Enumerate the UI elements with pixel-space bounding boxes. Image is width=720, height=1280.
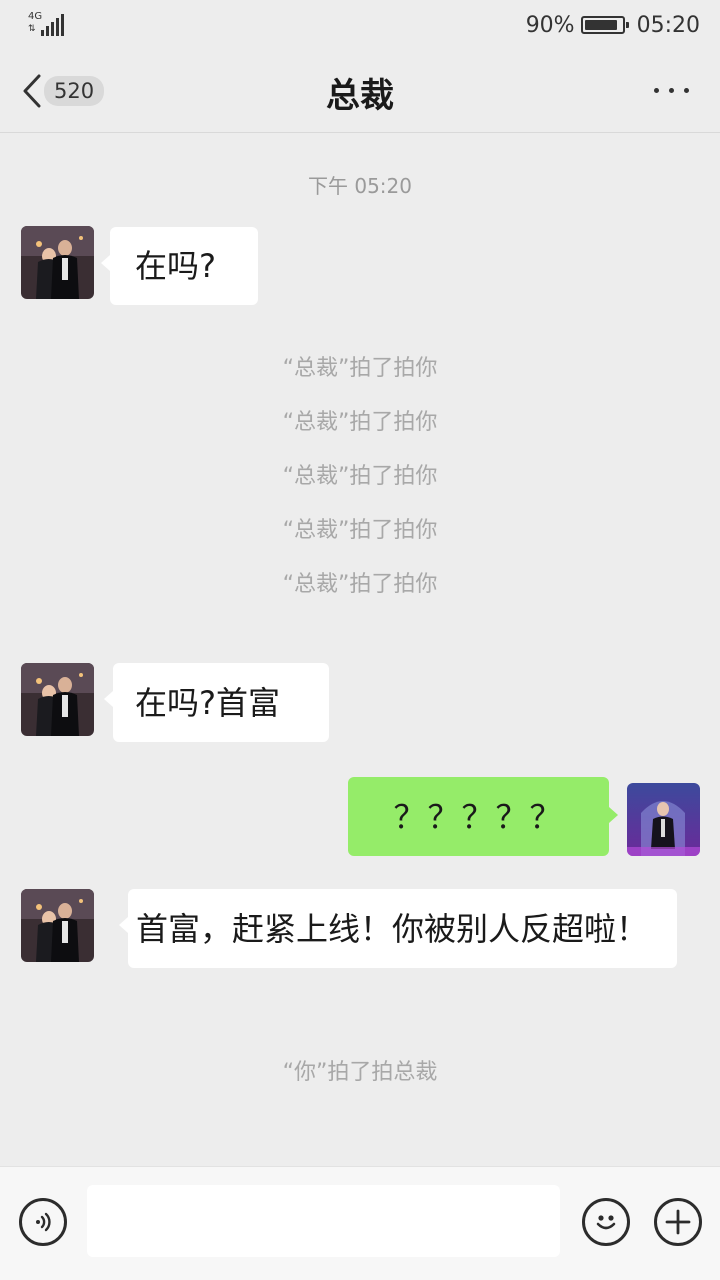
pat-notice: “总裁”拍了拍你 (282, 572, 438, 597)
chat-title: 总裁 (326, 76, 394, 116)
my-avatar[interactable] (627, 783, 700, 856)
emoji-icon (596, 1215, 616, 1230)
message-bubble-incoming[interactable]: 在吗?首富 (104, 663, 329, 742)
message-text: ？？？？？ (393, 798, 564, 836)
data-arrows-icon: ⇅ (28, 24, 36, 34)
plus-icon (665, 1209, 691, 1235)
contact-avatar[interactable] (21, 889, 94, 962)
voice-button[interactable] (19, 1198, 67, 1246)
battery-fill (584, 20, 617, 30)
message-input[interactable] (87, 1185, 560, 1257)
input-bar (0, 1166, 720, 1280)
more-options-button[interactable] (654, 86, 690, 96)
emoji-button[interactable] (582, 1198, 630, 1246)
pat-notice: “你”拍了拍总裁 (282, 1060, 438, 1085)
pat-notice: “总裁”拍了拍你 (282, 464, 438, 489)
pat-notice: “总裁”拍了拍你 (282, 518, 438, 543)
message-bubble-incoming[interactable]: 在吗? (101, 227, 258, 305)
pat-notice: “总裁”拍了拍你 (282, 410, 438, 435)
signal-bars-icon (41, 14, 65, 36)
voice-icon (36, 1212, 51, 1232)
message-text: 首富，赶紧上线！你被别人反超啦！ (136, 910, 649, 948)
contact-avatar[interactable] (21, 226, 94, 299)
battery-icon (580, 16, 629, 34)
message-text: 在吗? (135, 247, 216, 285)
network-type: 4G (28, 11, 43, 22)
more-features-button[interactable] (654, 1198, 702, 1246)
status-bar: 4G ⇅ 90% 05:20 (0, 0, 720, 50)
battery-percent: 90% (525, 12, 575, 38)
chat-header: 520 总裁 (0, 50, 720, 133)
message-text: 在吗?首富 (135, 684, 280, 722)
signal-indicator: 4G ⇅ (28, 12, 68, 38)
status-time: 05:20 (636, 12, 700, 38)
contact-avatar[interactable] (21, 663, 94, 736)
message-bubble-outgoing[interactable]: ？？？？？ (348, 777, 618, 856)
pat-notice: “总裁”拍了拍你 (282, 356, 438, 381)
message-timestamp: 下午 05:20 (308, 174, 412, 198)
message-bubble-incoming[interactable]: 首富，赶紧上线！你被别人反超啦！ (119, 889, 677, 968)
more-dots-icon (654, 88, 659, 93)
